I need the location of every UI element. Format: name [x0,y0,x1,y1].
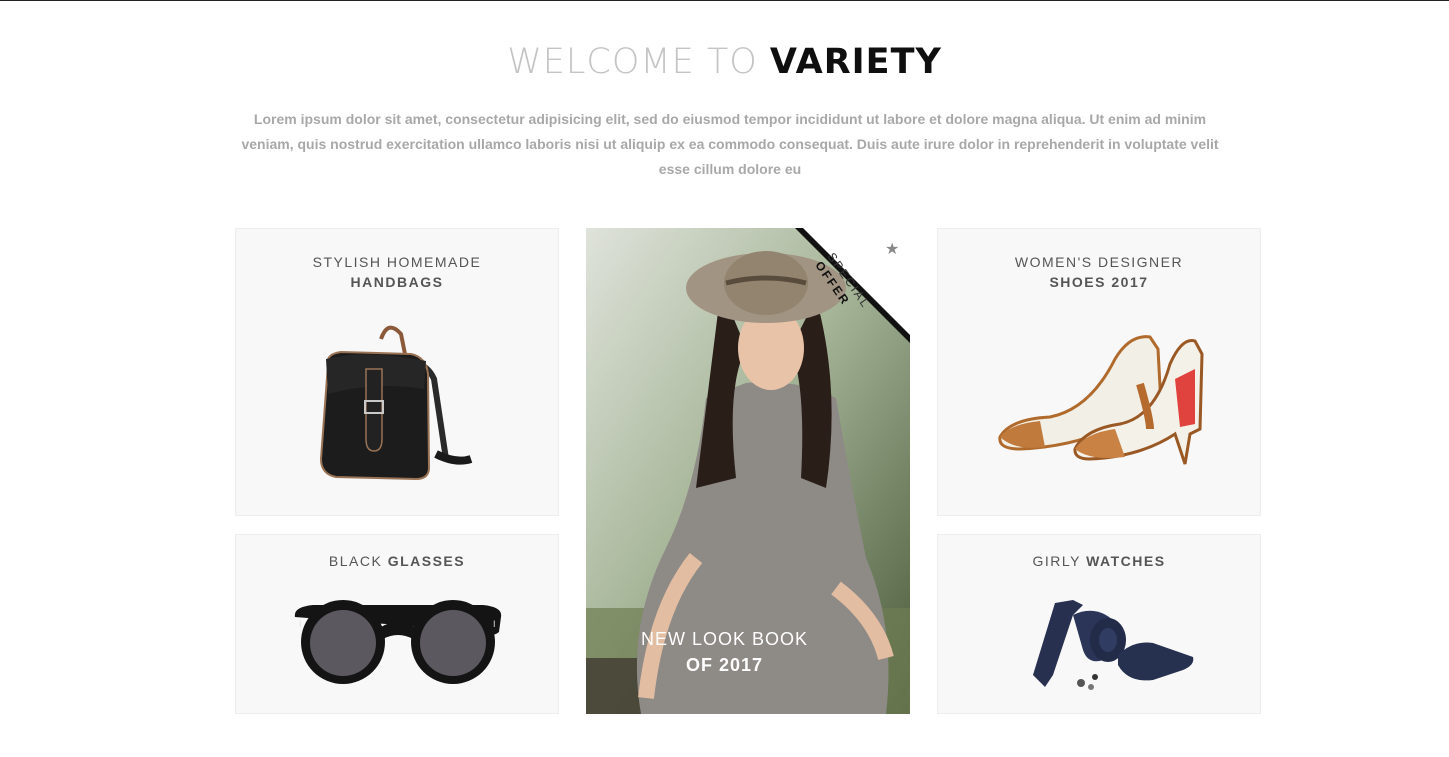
caption-line1: NEW LOOK BOOK [640,629,809,649]
card-title-light: GIRLY [1032,553,1081,569]
card-title-shoes: WOMEN'S DESIGNER SHOES 2017 [938,252,1260,292]
top-divider [0,0,1449,1]
card-title-line1: WOMEN'S DESIGNER [1014,254,1184,270]
product-card-shoes[interactable]: WOMEN'S DESIGNER SHOES 2017 [937,228,1261,516]
card-title-watches: GIRLY WATCHES [938,551,1260,571]
handbag-image [319,325,473,481]
caption-line2: OF 2017 [685,655,764,675]
product-card-watches[interactable]: GIRLY WATCHES [937,534,1261,714]
product-card-handbags[interactable]: STYLISH HOMEMADE HANDBAGS [235,228,559,516]
card-title-light: BLACK [328,553,383,569]
star-icon: ★ [885,239,899,258]
card-title-glasses: BLACK GLASSES [236,551,558,571]
card-title-line2: SHOES 2017 [1049,274,1149,290]
card-title-handbags: STYLISH HOMEMADE HANDBAGS [236,252,558,292]
card-title-line1: STYLISH HOMEMADE [312,254,482,270]
card-title-line2: HANDBAGS [350,274,444,290]
title-prefix: WELCOME TO [507,42,758,82]
title-brand: VARIETY [769,42,942,82]
card-title-bold: WATCHES [1086,553,1166,569]
intro-paragraph: Lorem ipsum dolor sit amet, consectetur … [241,111,1219,177]
lookbook-caption: NEW LOOK BOOK OF 2017 [0,626,1449,678]
shoes-image [998,335,1204,465]
card-title-bold: GLASSES [387,553,466,569]
product-card-glasses[interactable]: BLACK GLASSES I I [235,534,559,714]
page-title: WELCOME TO VARIETY [0,42,1449,82]
